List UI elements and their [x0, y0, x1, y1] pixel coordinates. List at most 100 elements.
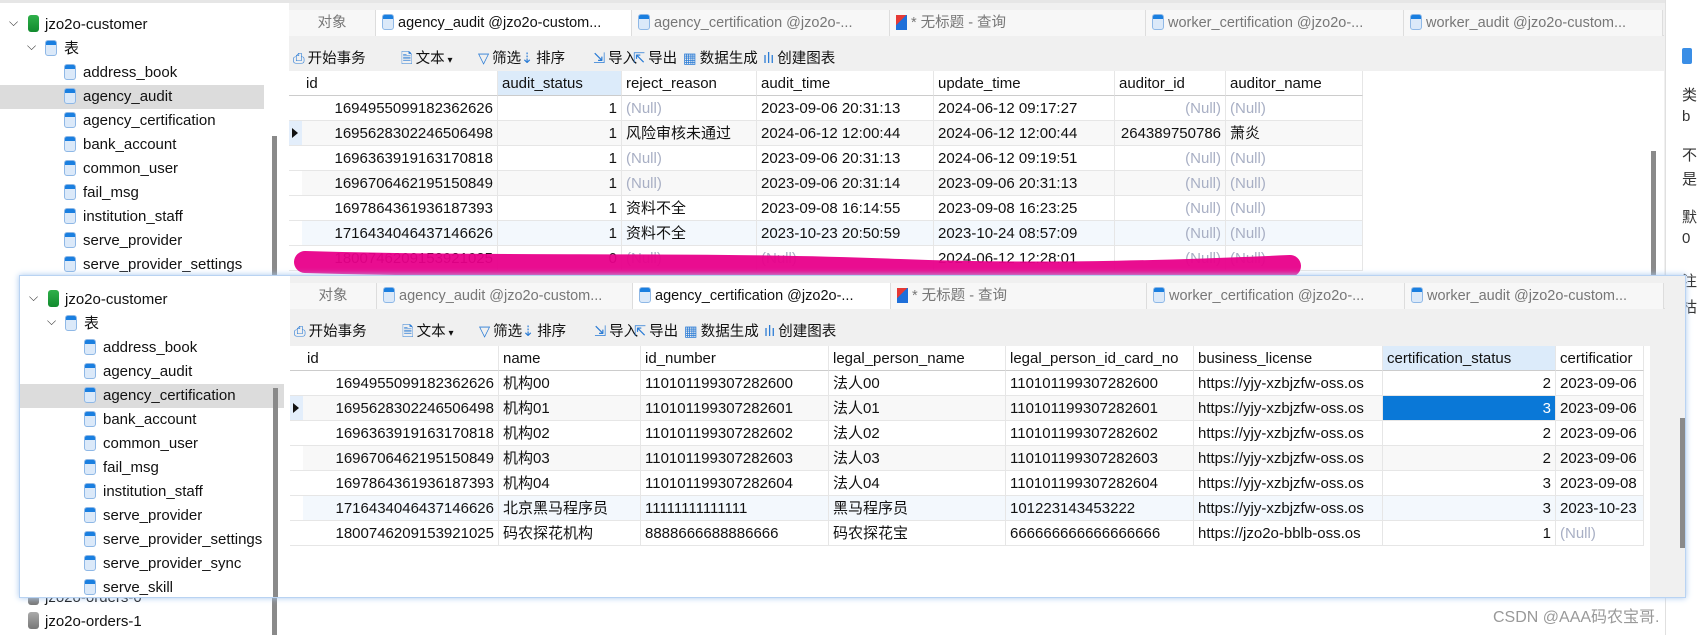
table-cell[interactable]: https://yjy-xzbjzfw-oss.os: [1194, 496, 1383, 521]
table-cell[interactable]: 110101199307282604: [1006, 471, 1194, 496]
table-cell[interactable]: 8888666688886666: [641, 521, 829, 546]
table-cell[interactable]: 2024-06-12 12:00:44: [757, 121, 934, 146]
toolbar-button-0[interactable]: ⎙ 开始事务: [293, 46, 366, 72]
column-header-legal-person-name[interactable]: legal_person_name: [829, 346, 1006, 371]
column-header-audit-time[interactable]: audit_time: [757, 71, 934, 96]
dropdown-arrow-icon[interactable]: ▾: [445, 55, 452, 66]
toolbar-button-6[interactable]: ▦ 数据生成: [684, 319, 759, 345]
chevron-down-icon[interactable]: ⌵: [47, 314, 56, 329]
table-cell[interactable]: 110101199307282601: [1006, 396, 1194, 421]
table-cell[interactable]: 3: [1383, 496, 1556, 521]
column-header-business-license[interactable]: business_license: [1194, 346, 1383, 371]
toolbar-button-4[interactable]: ⇲ 导入: [594, 319, 638, 345]
table-cell[interactable]: 1800746209153921025: [303, 521, 499, 546]
column-header-certificatior[interactable]: certificatior: [1556, 346, 1644, 371]
table-cell[interactable]: https://yjy-xzbjzfw-oss.os: [1194, 396, 1383, 421]
table-cell[interactable]: 1696706462195150849: [303, 446, 499, 471]
table-cell[interactable]: (Null): [1226, 146, 1363, 171]
tree-table-institution-staff[interactable]: institution_staff: [20, 480, 284, 504]
table-cell[interactable]: 2023-09-06: [1556, 421, 1644, 446]
table-cell[interactable]: 资料不全: [622, 221, 757, 246]
table-cell[interactable]: 2023-09-08: [1556, 471, 1644, 496]
table-cell[interactable]: https://jzo2o-bblb-oss.os: [1194, 521, 1383, 546]
table-cell[interactable]: 1695628302246506498: [302, 121, 498, 146]
table-cell[interactable]: 1: [498, 146, 622, 171]
table-cell[interactable]: 101223143453222: [1006, 496, 1194, 521]
row-indicator[interactable]: [289, 171, 302, 196]
table-cell[interactable]: 2023-09-06 20:31:14: [757, 171, 934, 196]
column-header-id[interactable]: id: [302, 71, 498, 96]
table-cell[interactable]: 2: [1383, 446, 1556, 471]
tree-scrollbar[interactable]: [273, 388, 278, 597]
table-cell[interactable]: 110101199307282600: [1006, 371, 1194, 396]
table-cell[interactable]: 机构02: [499, 421, 641, 446]
table-cell[interactable]: 2023-09-06 20:31:13: [757, 146, 934, 171]
table-cell[interactable]: 2023-09-06: [1556, 396, 1644, 421]
table-cell[interactable]: 110101199307282602: [641, 421, 829, 446]
table-cell[interactable]: 北京黑马程序员: [499, 496, 641, 521]
table-cell[interactable]: 2024-06-12 09:17:27: [934, 96, 1115, 121]
tree-table-bank-account[interactable]: bank_account: [20, 408, 284, 432]
table-cell[interactable]: 11111111111111: [641, 496, 829, 521]
grid-scrollbar[interactable]: [1680, 418, 1685, 548]
toolbar-button-6[interactable]: ▦ 数据生成: [683, 46, 758, 72]
table-cell[interactable]: 2023-09-06: [1556, 446, 1644, 471]
row-indicator[interactable]: [290, 496, 303, 521]
table-cell[interactable]: 法人00: [829, 371, 1006, 396]
table-cell[interactable]: 2023-09-06 20:31:13: [757, 96, 934, 121]
toolbar-button-3[interactable]: ⇣ 排序: [521, 46, 565, 72]
table-cell[interactable]: 1: [498, 121, 622, 146]
table-cell[interactable]: 码农探花宝: [829, 521, 1006, 546]
table-cell[interactable]: 萧炎: [1226, 121, 1363, 146]
tree-db-node[interactable]: jzo2o-customer: [28, 13, 148, 37]
tree-scrollbar[interactable]: [272, 598, 277, 635]
tree-table-address-book[interactable]: address_book: [20, 336, 284, 360]
tree-table-institution-staff[interactable]: institution_staff: [0, 205, 264, 229]
tab-1[interactable]: agency_audit @jzo2o-custom...: [377, 283, 633, 309]
table-cell[interactable]: 2023-09-08 16:23:25: [934, 196, 1115, 221]
tree-table-serve-provider[interactable]: serve_provider: [0, 229, 264, 253]
table-cell[interactable]: 风险审核未通过: [622, 121, 757, 146]
grid-scrollbar[interactable]: [1651, 151, 1656, 275]
dropdown-arrow-icon[interactable]: ▾: [446, 328, 453, 339]
column-header-auditor-id[interactable]: auditor_id: [1115, 71, 1226, 96]
table-cell[interactable]: 1695628302246506498: [303, 396, 499, 421]
table-cell[interactable]: (Null): [622, 171, 757, 196]
table-cell[interactable]: 110101199307282604: [641, 471, 829, 496]
table-cell[interactable]: 1: [498, 171, 622, 196]
table-cell[interactable]: 264389750786: [1115, 121, 1226, 146]
tree-table-agency-audit[interactable]: agency_audit: [0, 85, 264, 109]
toolbar-button-5[interactable]: ⇱ 导出: [634, 319, 678, 345]
row-indicator[interactable]: [290, 371, 303, 396]
table-cell[interactable]: 1716434046437146626: [303, 496, 499, 521]
tree-db-node[interactable]: jzo2o-customer: [48, 288, 168, 312]
column-header-reject-reason[interactable]: reject_reason: [622, 71, 757, 96]
table-cell[interactable]: (Null): [1226, 221, 1363, 246]
tree-table-serve-provider[interactable]: serve_provider: [20, 504, 284, 528]
tree-table-serve-provider-settings[interactable]: serve_provider_settings: [20, 528, 284, 552]
table-cell[interactable]: 机构01: [499, 396, 641, 421]
table-cell[interactable]: 1: [498, 96, 622, 121]
table-cell[interactable]: (Null): [1115, 171, 1226, 196]
column-header-name[interactable]: name: [499, 346, 641, 371]
column-header-id[interactable]: id: [303, 346, 499, 371]
row-indicator[interactable]: [290, 421, 303, 446]
table-cell[interactable]: (Null): [622, 146, 757, 171]
table-cell[interactable]: 机构04: [499, 471, 641, 496]
table-cell[interactable]: 110101199307282601: [641, 396, 829, 421]
table-cell[interactable]: 1697864361936187393: [302, 196, 498, 221]
row-indicator[interactable]: [290, 471, 303, 496]
table-cell[interactable]: 0: [498, 246, 622, 271]
toolbar-button-4[interactable]: ⇲ 导入: [593, 46, 637, 72]
table-cell[interactable]: 机构00: [499, 371, 641, 396]
tab-0[interactable]: 对象: [289, 10, 376, 36]
tab-3[interactable]: * 无标题 - 查询: [891, 283, 1147, 309]
table-cell[interactable]: 1: [1383, 521, 1556, 546]
table-cell[interactable]: 1697864361936187393: [303, 471, 499, 496]
chevron-down-icon[interactable]: ⌵: [29, 290, 38, 305]
table-cell[interactable]: 法人02: [829, 421, 1006, 446]
table-cell[interactable]: 2023-10-23: [1556, 496, 1644, 521]
table-cell[interactable]: 码农探花机构: [499, 521, 641, 546]
table-cell[interactable]: https://yjy-xzbjzfw-oss.os: [1194, 371, 1383, 396]
tree-table-serve-provider-sync[interactable]: serve_provider_sync: [20, 552, 284, 576]
